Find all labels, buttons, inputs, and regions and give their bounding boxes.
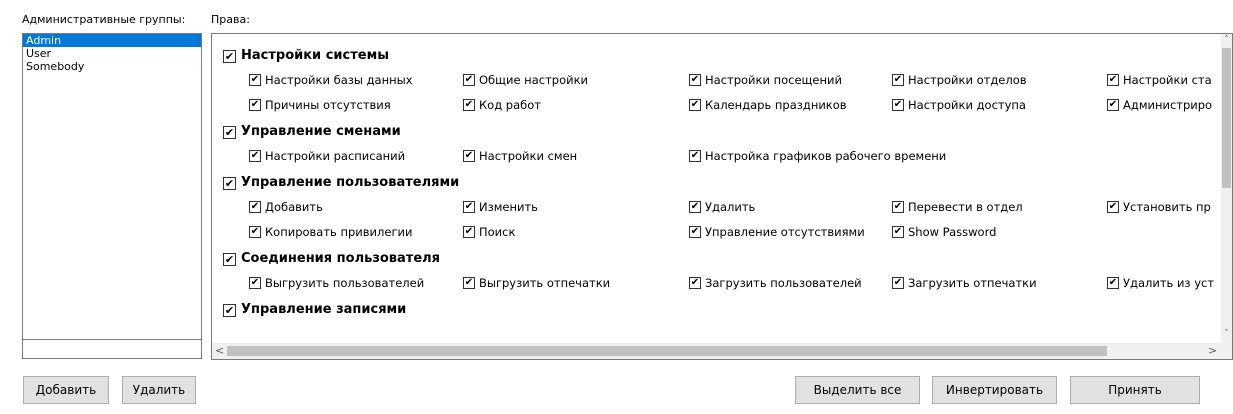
horizontal-scroll-thumb[interactable] xyxy=(227,346,1107,356)
groups-label: Административные группы: xyxy=(22,13,186,26)
permission-checkbox[interactable]: ✔ xyxy=(689,99,701,111)
permission-label: Настройки расписаний xyxy=(265,149,406,163)
permission-checkbox[interactable]: ✔ xyxy=(689,201,701,213)
group-name-input[interactable] xyxy=(22,339,202,359)
permission-checkbox[interactable]: ✔ xyxy=(689,150,701,162)
rights-label: Права: xyxy=(211,13,250,26)
rights-tree: ✔ Настройки системы ✔ Настройки базы данных… xyxy=(212,34,1222,344)
permission-label: Настройки доступа xyxy=(908,98,1026,112)
permission-label: Настройка графиков рабочего времени xyxy=(705,149,947,163)
permission-label: Изменить xyxy=(479,200,538,214)
group-list[interactable]: Admin User Somebody xyxy=(22,33,202,341)
permission-checkbox[interactable]: ✔ xyxy=(249,74,261,86)
permission-checkbox[interactable]: ✔ xyxy=(689,277,701,289)
group-list-item[interactable]: Admin xyxy=(23,34,201,47)
permission-label: Копировать привилегии xyxy=(265,225,413,239)
permission-checkbox[interactable]: ✔ xyxy=(249,226,261,238)
permission-checkbox[interactable]: ✔ xyxy=(463,277,475,289)
permission-label: Выгрузить пользователей xyxy=(265,276,425,290)
group-list-item[interactable]: Somebody xyxy=(23,60,201,73)
horizontal-scrollbar[interactable]: < > xyxy=(212,343,1222,359)
group-list-item[interactable]: User xyxy=(23,47,201,60)
rights-panel: ✔ Настройки системы ✔ Настройки базы данных… xyxy=(211,33,1233,360)
permission-checkbox[interactable]: ✔ xyxy=(1107,201,1119,213)
permission-label: Администриро xyxy=(1123,98,1213,112)
permission-label: Настройки смен xyxy=(479,149,578,163)
permission-checkbox[interactable]: ✔ xyxy=(892,99,904,111)
section-checkbox[interactable]: ✔ xyxy=(223,50,236,63)
permission-label: Show Password xyxy=(908,225,997,239)
permission-checkbox[interactable]: ✔ xyxy=(689,74,701,86)
section-title: Управление сменами xyxy=(241,124,401,139)
permission-checkbox[interactable]: ✔ xyxy=(892,74,904,86)
permission-checkbox[interactable]: ✔ xyxy=(1107,277,1119,289)
permission-label: Удалить xyxy=(705,200,756,214)
apply-button[interactable]: Принять xyxy=(1070,376,1200,404)
permission-checkbox[interactable]: ✔ xyxy=(1107,74,1119,86)
permission-label: Календарь праздников xyxy=(705,98,847,112)
section-title: Управление записями xyxy=(241,302,407,317)
section-title: Управление пользователями xyxy=(241,175,460,190)
section-title: Настройки системы xyxy=(241,48,389,63)
section-checkbox[interactable]: ✔ xyxy=(223,177,236,190)
select-all-button[interactable]: Выделить все xyxy=(795,376,920,404)
permission-label: Выгрузить отпечатки xyxy=(479,276,611,290)
permission-label: Причины отсутствия xyxy=(265,98,391,112)
permission-label: Добавить xyxy=(265,200,323,214)
permission-checkbox[interactable]: ✔ xyxy=(463,99,475,111)
scroll-down-icon[interactable]: ˅ xyxy=(1222,330,1231,339)
permission-checkbox[interactable]: ✔ xyxy=(1107,99,1119,111)
permission-checkbox[interactable]: ✔ xyxy=(892,201,904,213)
vertical-scrollbar[interactable]: ˄ ˅ xyxy=(1221,34,1232,344)
scroll-up-icon[interactable]: ˄ xyxy=(1222,36,1231,45)
permission-label: Поиск xyxy=(479,225,516,239)
permission-checkbox[interactable]: ✔ xyxy=(689,226,701,238)
add-group-button[interactable]: Добавить xyxy=(23,376,109,404)
permission-label: Управление отсутствиями xyxy=(705,225,865,239)
permission-checkbox[interactable]: ✔ xyxy=(249,99,261,111)
permission-label: Настройки отделов xyxy=(908,73,1027,87)
permission-checkbox[interactable]: ✔ xyxy=(463,74,475,86)
permission-checkbox[interactable]: ✔ xyxy=(249,201,261,213)
permission-label: Общие настройки xyxy=(479,73,588,87)
permission-checkbox[interactable]: ✔ xyxy=(463,201,475,213)
permission-label: Загрузить отпечатки xyxy=(908,276,1037,290)
permission-label: Удалить из уст xyxy=(1123,276,1215,290)
permission-checkbox[interactable]: ✔ xyxy=(463,226,475,238)
permission-label: Загрузить пользователей xyxy=(705,276,862,290)
permission-label: Код работ xyxy=(479,98,541,112)
permission-label: Настройки ста xyxy=(1123,73,1212,87)
scroll-right-icon[interactable]: > xyxy=(1208,345,1217,356)
scrollbar-corner xyxy=(1221,343,1232,359)
permission-label: Установить пр xyxy=(1123,200,1211,214)
section-checkbox[interactable]: ✔ xyxy=(223,126,236,139)
permission-checkbox[interactable]: ✔ xyxy=(249,277,261,289)
permission-checkbox[interactable]: ✔ xyxy=(249,150,261,162)
delete-group-button[interactable]: Удалить xyxy=(122,376,196,404)
section-title: Соединения пользователя xyxy=(241,251,441,266)
permission-checkbox[interactable]: ✔ xyxy=(892,226,904,238)
permission-label: Перевести в отдел xyxy=(908,200,1023,214)
permission-checkbox[interactable]: ✔ xyxy=(463,150,475,162)
scroll-left-icon[interactable]: < xyxy=(215,345,224,356)
section-checkbox[interactable]: ✔ xyxy=(223,304,236,317)
permission-label: Настройки базы данных xyxy=(265,73,413,87)
vertical-scroll-thumb[interactable] xyxy=(1222,48,1231,188)
permission-checkbox[interactable]: ✔ xyxy=(892,277,904,289)
section-checkbox[interactable]: ✔ xyxy=(223,253,236,266)
invert-button[interactable]: Инвертировать xyxy=(932,376,1057,404)
permission-label: Настройки посещений xyxy=(705,73,842,87)
